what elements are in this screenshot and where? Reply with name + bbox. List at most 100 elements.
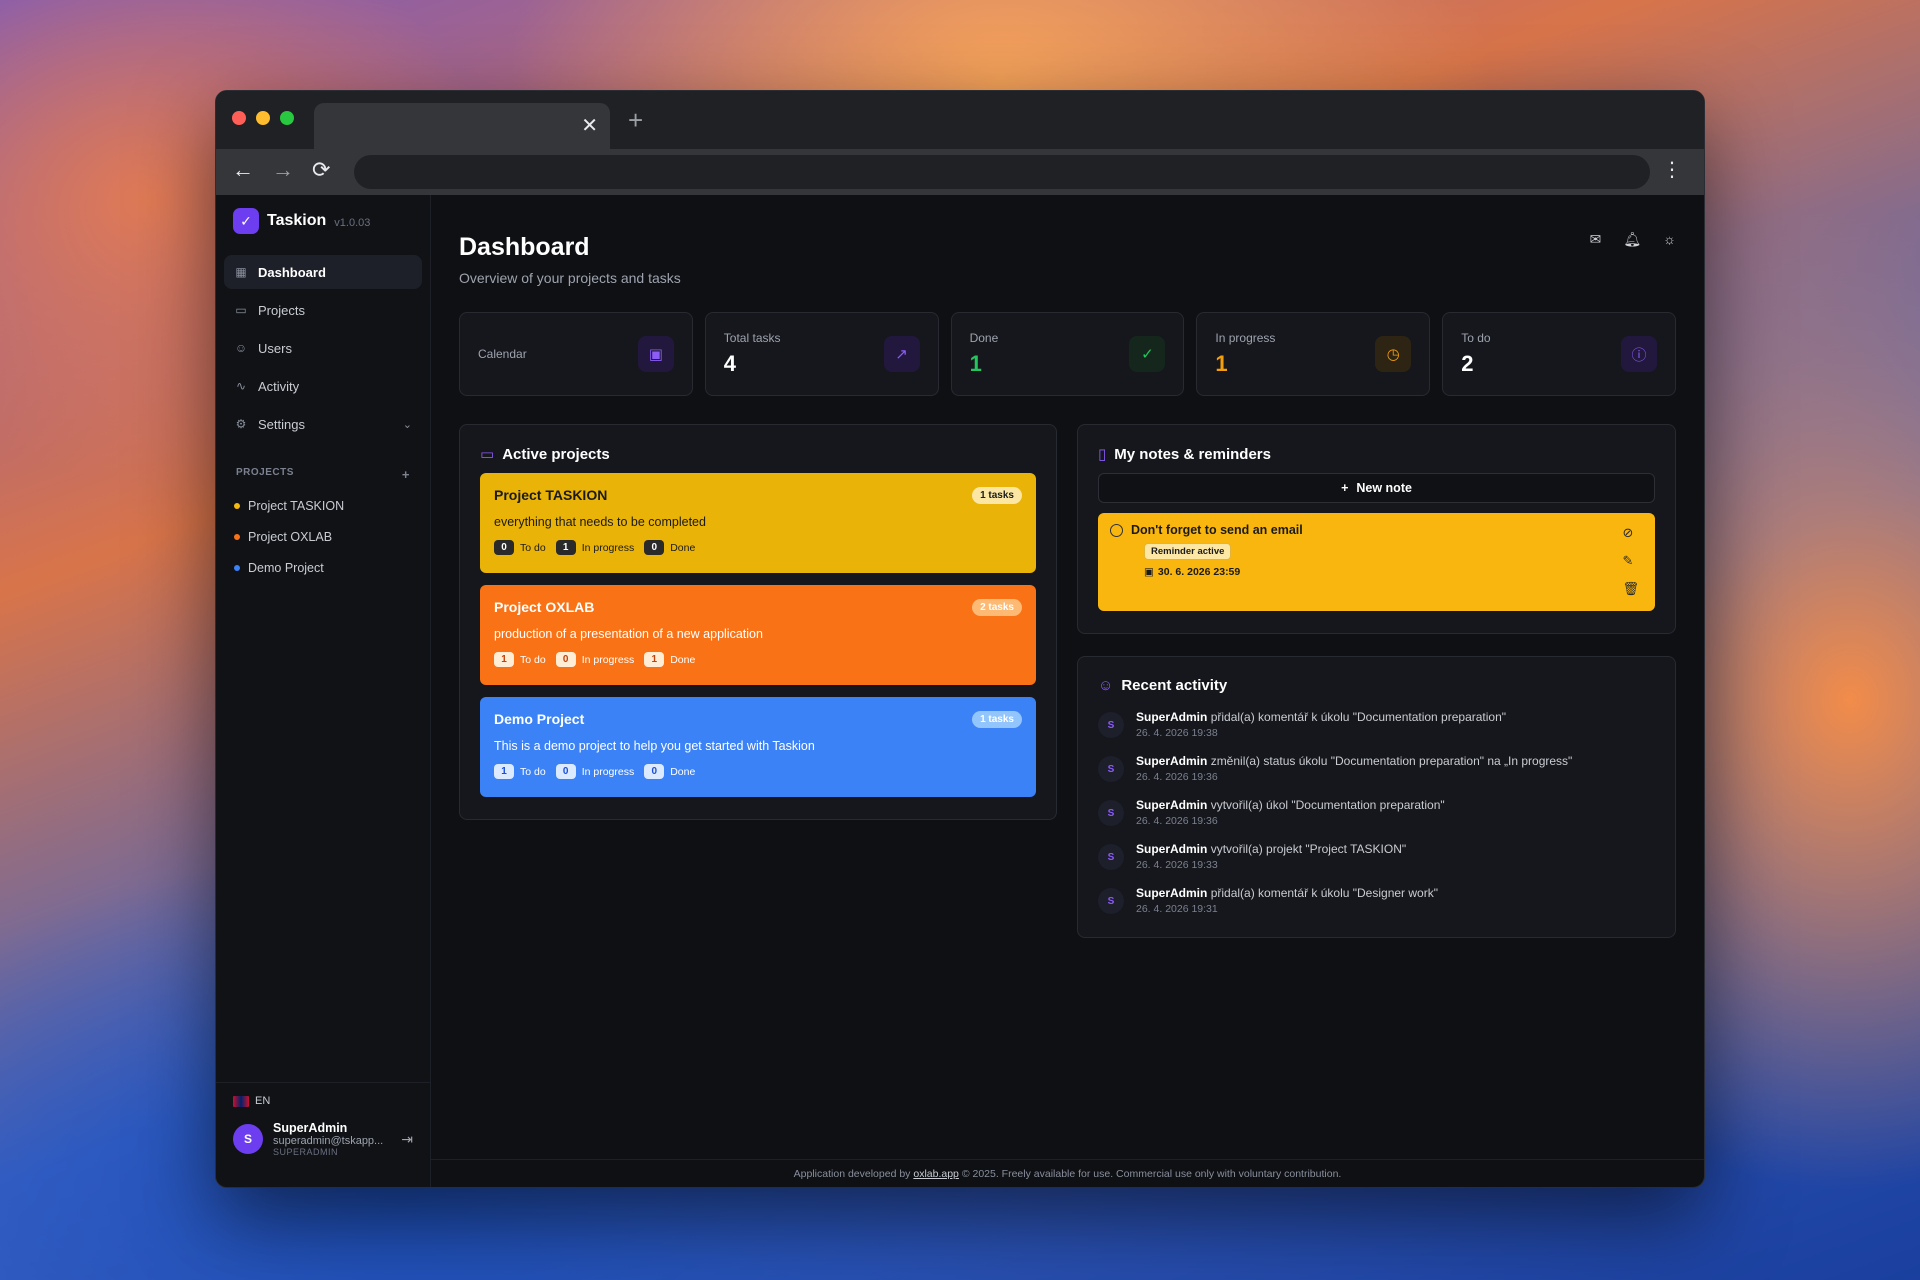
bell-icon[interactable]: 🔔︎ xyxy=(1623,231,1641,248)
browser-toolbar: ← → ⟳ ⋮ xyxy=(216,149,1704,195)
user-profile: S SuperAdmin superadmin@tskapp... SUPERA… xyxy=(233,1121,413,1157)
minimize-window-button[interactable] xyxy=(256,111,270,125)
stat-card-in-progress: In progress 1 ◷ xyxy=(1196,312,1431,396)
stat-value: 2 xyxy=(1461,351,1474,376)
close-icon[interactable]: ✕ xyxy=(581,113,598,138)
activity-text: SuperAdmin vytvořil(a) úkol "Documentati… xyxy=(1136,798,1445,812)
activity-message: přidal(a) komentář k úkolu "Documentatio… xyxy=(1210,710,1507,724)
done-label: Done xyxy=(670,765,696,778)
calendar-icon: ▣ xyxy=(1144,566,1154,578)
language-label: EN xyxy=(255,1095,271,1107)
todo-label: To do xyxy=(520,541,546,554)
forward-icon[interactable]: → xyxy=(272,157,294,183)
mail-icon[interactable]: ✉ xyxy=(1590,231,1602,248)
page-title: Dashboard xyxy=(459,233,590,261)
browser-menu-icon[interactable]: ⋮ xyxy=(1662,157,1682,182)
header-actions: ✉ 🔔︎ ☼ xyxy=(1590,231,1676,248)
avatar: S xyxy=(1098,800,1124,826)
stat-card-todo: To do 2 ⓘ xyxy=(1442,312,1676,396)
sidebar-nav: ▦ Dashboard ▭ Projects ☺ Users ∿ Activit… xyxy=(216,247,430,441)
reload-icon[interactable]: ⟳ xyxy=(312,157,330,183)
new-tab-button[interactable]: + xyxy=(628,105,643,136)
activity-icon: ∿ xyxy=(235,379,247,393)
note-actions: ⊘ ✎ 🗑︎ xyxy=(1622,525,1639,597)
todo-count: 1 xyxy=(494,652,514,667)
trash-icon[interactable]: 🗑︎ xyxy=(1622,581,1639,597)
sidebar-item-settings[interactable]: ⚙ Settings ⌄ xyxy=(224,407,422,441)
user-name: SuperAdmin xyxy=(273,1121,348,1135)
sidebar-project-label: Demo Project xyxy=(248,560,324,575)
footer-prefix: Application developed by xyxy=(793,1167,911,1180)
done-count: 0 xyxy=(644,540,665,555)
maximize-window-button[interactable] xyxy=(280,111,294,125)
address-bar[interactable] xyxy=(354,155,1650,189)
sidebar-footer: EN S SuperAdmin superadmin@tskapp... SUP… xyxy=(216,1082,430,1187)
plus-icon: + xyxy=(1341,481,1349,495)
stats-row: Calendar ▣ Total tasks 4 ↗ Done 1 ✓ In p… xyxy=(459,312,1676,396)
activity-message: změnil(a) status úkolu "Documentation pr… xyxy=(1210,754,1573,768)
inprogress-count: 0 xyxy=(555,652,576,667)
back-icon[interactable]: ← xyxy=(232,157,254,183)
note-complete-checkbox[interactable] xyxy=(1110,523,1123,537)
footer-link[interactable]: oxlab.app xyxy=(913,1168,959,1180)
sidebar-project-demo[interactable]: Demo Project xyxy=(216,552,430,583)
eye-off-icon[interactable]: ⊘ xyxy=(1622,525,1639,541)
note-icon: ▯ xyxy=(1098,446,1107,463)
sidebar-item-dashboard[interactable]: ▦ Dashboard xyxy=(224,255,422,289)
sidebar-item-label: Activity xyxy=(258,378,300,394)
trending-up-icon: ↗ xyxy=(883,336,920,372)
activity-message: přidal(a) komentář k úkolu "Designer wor… xyxy=(1210,886,1438,900)
sidebar-item-activity[interactable]: ∿ Activity xyxy=(224,369,422,403)
stat-label: In progress xyxy=(1215,331,1276,345)
inprogress-label: In progress xyxy=(581,653,635,666)
project-color-dot xyxy=(234,502,240,509)
note-card[interactable]: Don't forget to send an email Reminder a… xyxy=(1098,513,1655,611)
inprogress-count: 1 xyxy=(555,540,576,555)
logout-icon[interactable]: ⇥ xyxy=(401,1131,413,1148)
new-note-button[interactable]: + New note xyxy=(1098,473,1655,503)
sidebar-item-users[interactable]: ☺ Users xyxy=(224,331,422,365)
close-window-button[interactable] xyxy=(232,111,246,125)
list-item: S SuperAdmin přidal(a) komentář k úkolu … xyxy=(1098,886,1655,915)
gear-icon: ⚙ xyxy=(235,417,247,431)
language-switcher[interactable]: EN xyxy=(233,1095,413,1107)
list-item: S SuperAdmin změnil(a) status úkolu "Doc… xyxy=(1098,754,1655,783)
project-name: Project OXLAB xyxy=(494,599,595,615)
browser-tab[interactable]: ✕ xyxy=(314,103,610,149)
activity-user: SuperAdmin xyxy=(1136,710,1208,724)
add-project-icon[interactable]: + xyxy=(402,467,410,482)
activity-time: 26. 4. 2026 19:36 xyxy=(1136,771,1218,783)
user-role: SUPERADMIN xyxy=(273,1147,339,1157)
todo-count: 0 xyxy=(494,540,514,555)
panel-title-text: Recent activity xyxy=(1121,677,1228,694)
footer-suffix: © 2025. Freely available for use. Commer… xyxy=(961,1167,1342,1180)
project-card-demo[interactable]: Demo Project 1 tasks This is a demo proj… xyxy=(480,697,1036,797)
project-description: production of a presentation of a new ap… xyxy=(494,627,763,641)
check-circle-icon: ✓ xyxy=(1129,336,1166,372)
stat-card-calendar[interactable]: Calendar ▣ xyxy=(459,312,693,396)
projects-heading: PROJECTS + xyxy=(216,467,430,482)
footer: Application developed by oxlab.app © 202… xyxy=(431,1159,1704,1187)
activity-text: SuperAdmin změnil(a) status úkolu "Docum… xyxy=(1136,754,1572,768)
user-email: superadmin@tskapp... xyxy=(273,1135,384,1147)
stat-value: 4 xyxy=(723,351,737,376)
activity-text: SuperAdmin přidal(a) komentář k úkolu "D… xyxy=(1136,886,1438,900)
calendar-icon: ▣ xyxy=(637,336,674,372)
sidebar-project-taskion[interactable]: Project TASKION xyxy=(216,490,430,521)
done-count: 1 xyxy=(644,652,665,667)
avatar: S xyxy=(233,1124,263,1154)
project-card-oxlab[interactable]: Project OXLAB 2 tasks production of a pr… xyxy=(480,585,1036,685)
edit-icon[interactable]: ✎ xyxy=(1622,553,1639,569)
users-icon: ☺ xyxy=(1098,677,1114,694)
inprogress-count: 0 xyxy=(555,764,576,779)
sidebar-item-projects[interactable]: ▭ Projects xyxy=(224,293,422,327)
activity-text: SuperAdmin vytvořil(a) projekt "Project … xyxy=(1136,842,1406,856)
project-card-taskion[interactable]: Project TASKION 1 tasks everything that … xyxy=(480,473,1036,573)
stat-label: To do xyxy=(1461,331,1491,345)
app: ✓ Taskion v1.0.03 ▦ Dashboard ▭ Projects… xyxy=(216,195,1704,1187)
panel-title: ▭ Active projects xyxy=(480,445,1036,464)
sidebar-project-oxlab[interactable]: Project OXLAB xyxy=(216,521,430,552)
theme-toggle-icon[interactable]: ☼ xyxy=(1663,231,1676,248)
logo-icon: ✓ xyxy=(233,208,259,234)
activity-time: 26. 4. 2026 19:33 xyxy=(1136,859,1218,871)
